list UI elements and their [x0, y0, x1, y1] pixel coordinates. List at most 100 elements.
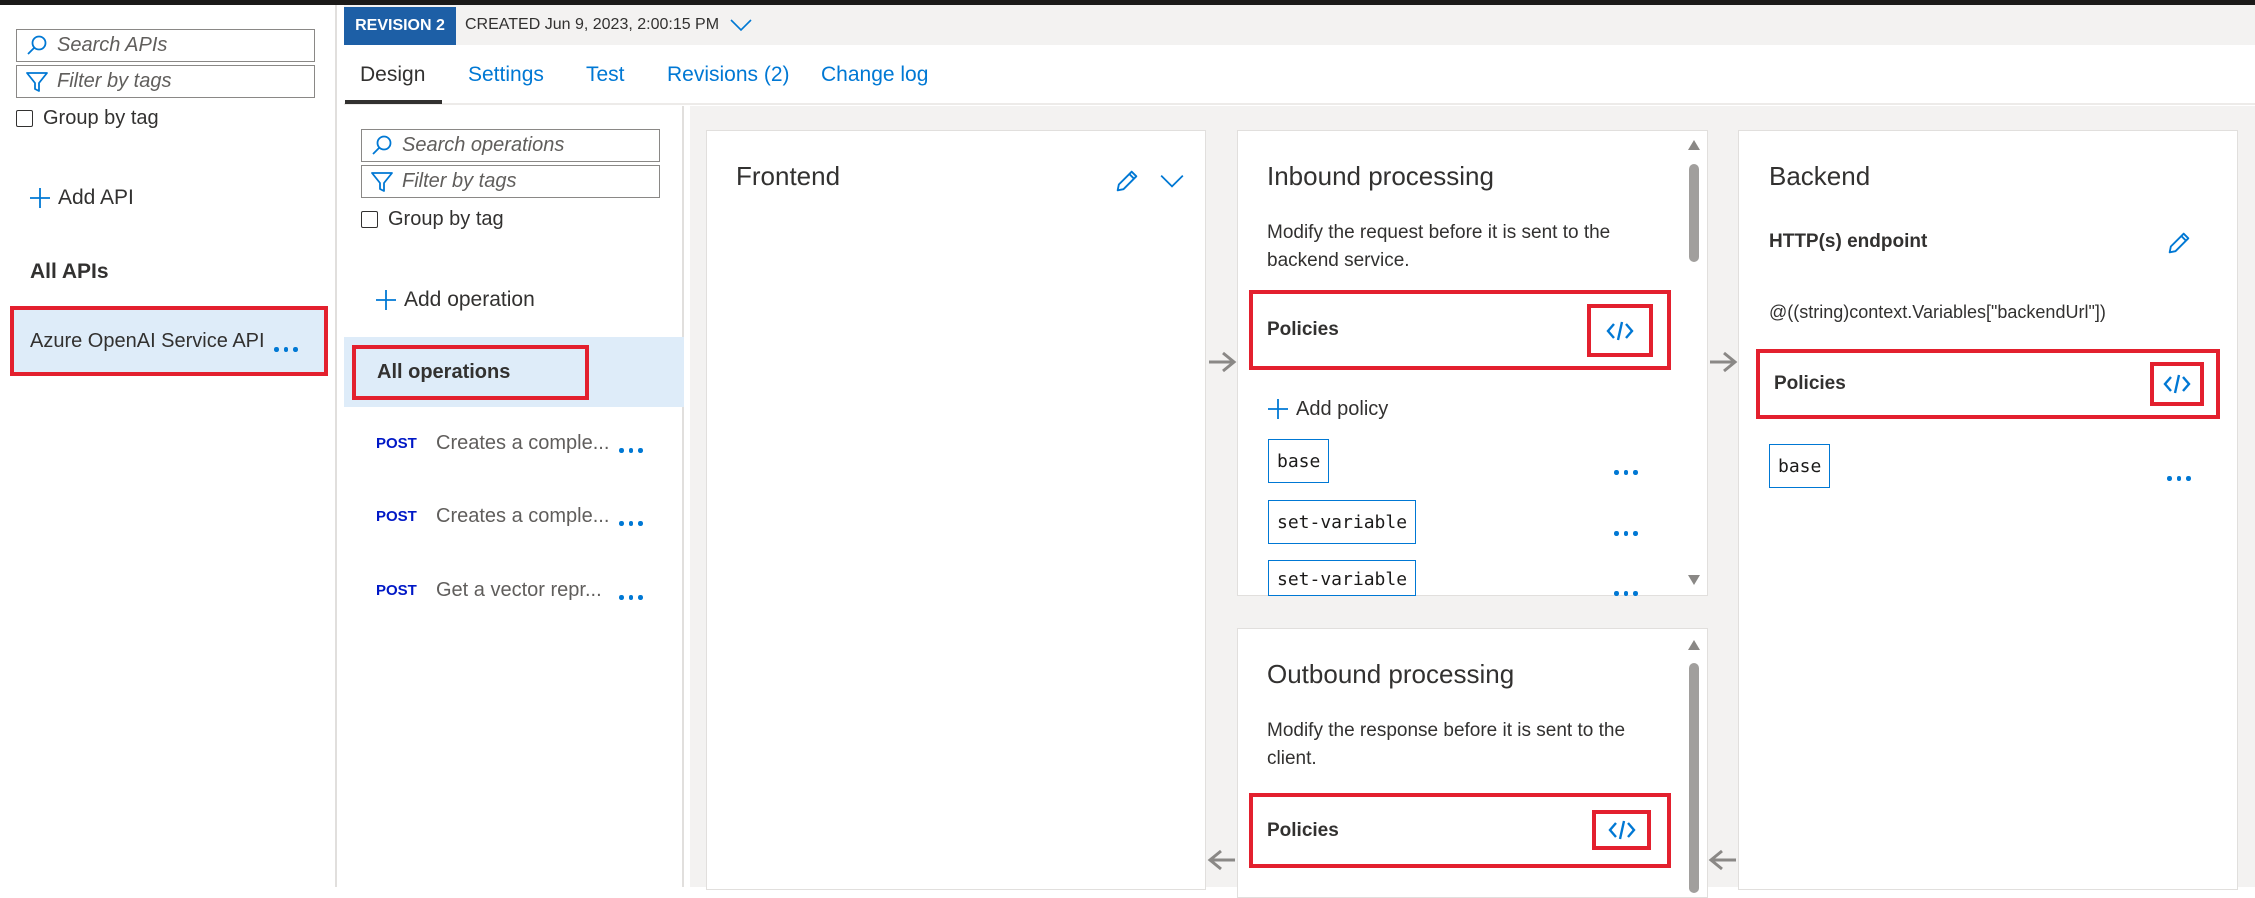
plus-icon: [30, 188, 50, 208]
search-operations-placeholder: Search operations: [402, 134, 565, 156]
plus-icon: [376, 290, 396, 310]
outbound-scrollbar-thumb[interactable]: [1689, 663, 1699, 893]
http-method-badge: POST: [376, 508, 417, 525]
outbound-code-editor-button[interactable]: [1592, 810, 1651, 850]
operation-name: Get a vector repr...: [436, 579, 602, 601]
tab-design[interactable]: Design: [360, 63, 425, 87]
filter-apis-placeholder: Filter by tags: [57, 70, 172, 92]
search-operations-input[interactable]: Search operations: [361, 129, 660, 162]
inbound-description-line: backend service.: [1267, 250, 1410, 271]
policy-more-icon[interactable]: [1614, 470, 1638, 475]
all-apis-title: All APIs: [30, 260, 109, 283]
backend-policies-label: Policies: [1774, 373, 1846, 394]
tab-bar: Design Settings Test Revisions (2) Chang…: [344, 45, 2255, 105]
policy-more-icon[interactable]: [1614, 531, 1638, 536]
all-operations-label: All operations: [377, 361, 511, 383]
filter-apis-input[interactable]: Filter by tags: [16, 65, 315, 98]
frontend-title: Frontend: [736, 161, 841, 191]
add-policy-button[interactable]: Add policy: [1266, 397, 1388, 421]
inbound-description: Modify the request before it is sent to …: [1267, 219, 1610, 275]
plus-icon: [1268, 399, 1288, 419]
add-operation-label: Add operation: [404, 288, 535, 311]
flow-arrow-right-icon: [1209, 351, 1237, 373]
policy-chip-set-variable[interactable]: set-variable: [1268, 500, 1417, 544]
code-icon: [1607, 820, 1636, 840]
group-by-tag-apis[interactable]: Group by tag: [16, 107, 159, 130]
filter-operations-placeholder: Filter by tags: [402, 170, 517, 192]
created-text: CREATED Jun 9, 2023, 2:00:15 PM: [465, 16, 720, 33]
group-by-tag-label: Group by tag: [388, 208, 504, 230]
inbound-policies-label: Policies: [1267, 319, 1339, 340]
http-method-badge: POST: [376, 435, 417, 452]
tab-settings[interactable]: Settings: [468, 63, 544, 87]
api-item-more-icon[interactable]: [274, 347, 298, 352]
backend-code-editor-button[interactable]: [2150, 362, 2204, 406]
operation-name: Creates a comple...: [436, 432, 610, 454]
inbound-scrollbar-thumb[interactable]: [1689, 164, 1699, 262]
backend-card: Backend HTTP(s) endpoint @((string)conte…: [1738, 130, 2238, 890]
search-apis-placeholder: Search APIs: [57, 34, 168, 56]
policy-more-icon[interactable]: [1614, 591, 1638, 596]
policy-chip-base[interactable]: base: [1268, 439, 1330, 483]
edit-pencil-icon[interactable]: [1113, 167, 1141, 195]
operation-name: Creates a comple...: [436, 505, 610, 527]
outbound-title: Outbound processing: [1267, 659, 1515, 689]
outbound-policies-label: Policies: [1267, 819, 1339, 841]
outbound-description-line: Modify the response before it is sent to…: [1267, 720, 1626, 741]
group-by-tag-checkbox[interactable]: [16, 110, 33, 127]
flow-arrow-left-icon: [1708, 849, 1736, 871]
tab-test[interactable]: Test: [586, 63, 625, 87]
operation-item[interactable]: POST Creates a comple...: [376, 432, 609, 455]
all-operations-item[interactable]: All operations: [352, 345, 589, 400]
chevron-down-icon: [730, 19, 752, 32]
search-icon: [27, 35, 47, 55]
add-operation-button[interactable]: Add operation: [374, 288, 535, 312]
filter-icon: [371, 171, 393, 192]
tab-change-log[interactable]: Change log: [821, 63, 928, 87]
operation-more-icon[interactable]: [619, 595, 643, 600]
api-list-panel: [0, 5, 337, 887]
filter-operations-input[interactable]: Filter by tags: [361, 165, 660, 198]
outbound-description-line: client.: [1267, 748, 1317, 769]
api-item-label: Azure OpenAI Service API: [30, 329, 265, 352]
filter-icon: [26, 71, 48, 92]
search-apis-input[interactable]: Search APIs: [16, 29, 315, 62]
revision-badge: REVISION 2: [344, 7, 456, 45]
policy-chip-base[interactable]: base: [1769, 444, 1831, 488]
scroll-down-icon[interactable]: [1687, 574, 1701, 586]
active-tab-indicator: [345, 100, 442, 104]
group-by-tag-checkbox[interactable]: [361, 211, 378, 228]
operation-more-icon[interactable]: [619, 448, 643, 453]
outbound-description: Modify the response before it is sent to…: [1267, 717, 1625, 773]
scroll-up-icon[interactable]: [1687, 639, 1701, 651]
flow-arrow-right-icon: [1710, 351, 1738, 373]
group-by-tag-operations[interactable]: Group by tag: [361, 208, 504, 231]
code-icon: [1606, 321, 1634, 340]
http-method-badge: POST: [376, 582, 417, 599]
group-by-tag-label: Group by tag: [43, 107, 159, 129]
add-api-label: Add API: [58, 186, 134, 209]
operation-more-icon[interactable]: [619, 521, 643, 526]
flow-arrow-left-icon: [1207, 849, 1235, 871]
inbound-description-line: Modify the request before it is sent to …: [1267, 222, 1611, 243]
http-endpoint-label: HTTP(s) endpoint: [1769, 231, 1928, 252]
inbound-title: Inbound processing: [1267, 161, 1494, 191]
http-endpoint-value: @((string)context.Variables["backendUrl"…: [1769, 302, 2106, 322]
policy-more-icon[interactable]: [2167, 476, 2191, 481]
chevron-down-icon[interactable]: [1159, 173, 1185, 189]
frontend-card: Frontend: [706, 130, 1206, 890]
tab-revisions[interactable]: Revisions (2): [667, 63, 790, 87]
operation-item[interactable]: POST Get a vector repr...: [376, 579, 602, 602]
add-api-button[interactable]: Add API: [28, 186, 134, 210]
backend-title: Backend: [1769, 161, 1871, 191]
edit-pencil-icon[interactable]: [2165, 229, 2193, 257]
policy-chip-set-variable[interactable]: set-variable: [1268, 560, 1417, 596]
scroll-up-icon[interactable]: [1687, 139, 1701, 151]
add-policy-label: Add policy: [1296, 397, 1389, 420]
operation-item[interactable]: POST Creates a comple...: [376, 505, 609, 528]
search-icon: [372, 135, 392, 155]
api-item-azure-openai[interactable]: Azure OpenAI Service API: [10, 306, 328, 376]
inbound-code-editor-button[interactable]: [1587, 304, 1653, 357]
created-info[interactable]: CREATED Jun 9, 2023, 2:00:15 PM: [465, 16, 753, 34]
code-icon: [2163, 374, 2191, 394]
